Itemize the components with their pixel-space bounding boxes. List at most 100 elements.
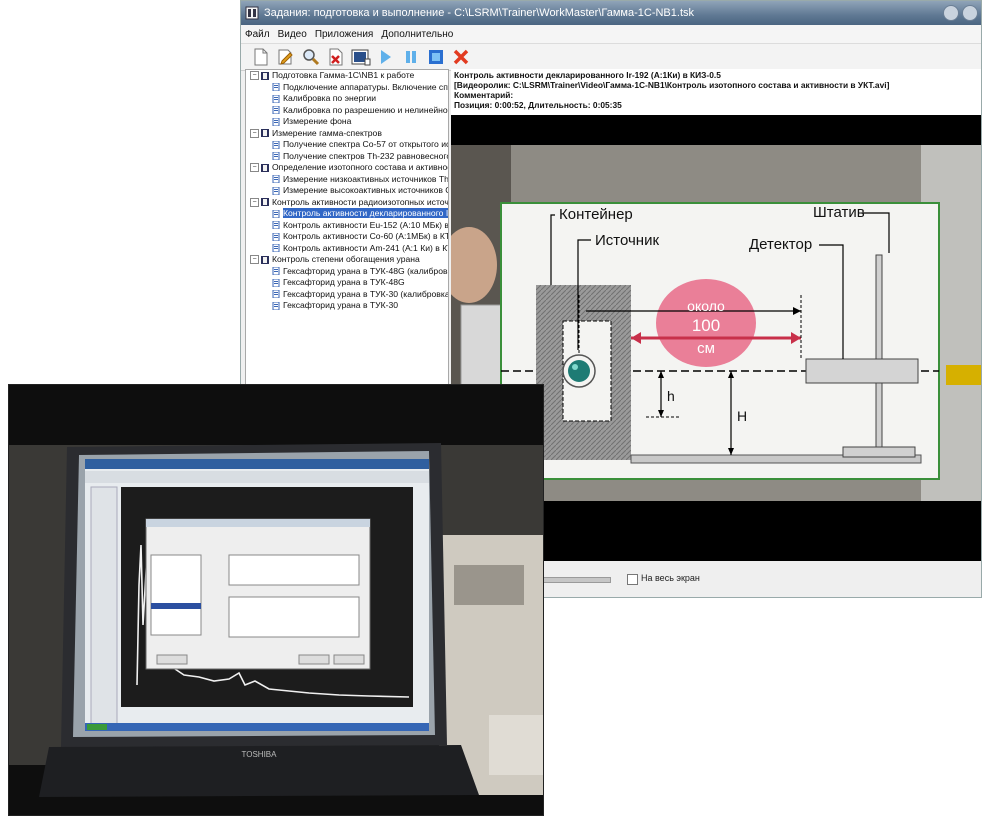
tree-item[interactable]: Получение спектра Co-57 от открытого ист… xyxy=(246,139,448,151)
maximize-button[interactable] xyxy=(962,5,978,21)
source-sphere xyxy=(568,360,590,382)
fullscreen-label[interactable]: На весь экран xyxy=(641,573,700,583)
tree-item-label: Подготовка Гамма-1С\NB1 к работе xyxy=(272,70,415,80)
menu-video[interactable]: Видео xyxy=(278,29,307,40)
delete-document-icon[interactable] xyxy=(326,47,346,67)
tree-item[interactable]: Подключение аппаратуры. Включение спектр xyxy=(246,82,448,94)
collapse-icon[interactable]: − xyxy=(250,128,259,138)
document-icon xyxy=(272,152,280,161)
tree-item[interactable]: Гексафторид урана в ТУК-48G (калибровка … xyxy=(246,266,448,278)
tree-item-label: Измерение высокоактивных источников Cs- xyxy=(283,185,449,195)
edit-icon[interactable] xyxy=(276,47,296,67)
tree-item[interactable]: Контроль активности Eu-152 (А:10 МБк) в … xyxy=(246,220,448,232)
window-title: Задания: подготовка и выполнение - C:\LS… xyxy=(264,7,694,19)
minimize-button[interactable] xyxy=(943,5,959,21)
document-icon xyxy=(272,94,280,103)
document-icon xyxy=(272,244,280,253)
video-path: [Видеоролик: C:\LSRM\Trainer\Video\Гамма… xyxy=(454,80,890,90)
tree-item[interactable]: Калибровка по энергии xyxy=(246,93,448,105)
tree-item-label: Получение спектра Co-57 от открытого ист… xyxy=(283,139,449,149)
comment-label: Комментарий: xyxy=(454,90,514,100)
tree-item-label: Контроль активности Eu-152 (А:10 МБк) в … xyxy=(283,219,449,230)
tree-item[interactable]: Измерение высокоактивных источников Cs- xyxy=(246,185,448,197)
document-icon xyxy=(272,117,280,126)
tree-item-label: Гексафторид урана в ТУК-48G (калибровка … xyxy=(283,265,449,276)
close-x-icon[interactable] xyxy=(451,47,471,67)
document-icon xyxy=(272,140,280,149)
toolbar xyxy=(241,44,981,71)
stop-icon[interactable] xyxy=(426,47,446,67)
label-h-small: h xyxy=(667,388,675,404)
tree-group[interactable]: − Контроль степени обогащения урана xyxy=(246,254,448,266)
document-icon xyxy=(272,267,280,276)
book-icon xyxy=(261,198,269,207)
document-icon xyxy=(272,106,280,115)
document-icon xyxy=(272,221,280,230)
document-icon xyxy=(272,175,280,184)
tree-item-label: Гексафторид урана в ТУК-30 xyxy=(283,300,399,310)
tree-item-label: Контроль активности декларированного Ir-… xyxy=(283,208,448,218)
collapse-icon[interactable]: − xyxy=(250,255,259,265)
collapse-icon[interactable]: − xyxy=(250,197,259,207)
book-icon xyxy=(261,71,269,80)
document-icon xyxy=(272,301,280,310)
tree-item[interactable]: Калибровка по разрешению и нелинейности xyxy=(246,105,448,117)
menu-file[interactable]: Файл xyxy=(245,29,270,40)
tree-item-label: Калибровка по разрешению и нелинейности xyxy=(283,104,449,115)
play-icon[interactable] xyxy=(376,47,396,67)
collapse-icon[interactable]: − xyxy=(250,71,259,81)
tree-group[interactable]: − Контроль активности радиоизотопных исто… xyxy=(246,197,448,209)
book-icon xyxy=(261,163,269,172)
laptop-photo-image: TOSHIBA xyxy=(9,385,543,815)
fullscreen-checkbox[interactable] xyxy=(627,574,638,585)
document-icon xyxy=(272,232,280,241)
tree-group[interactable]: − Определение изотопного состава и активн… xyxy=(246,162,448,174)
tree-item[interactable]: Гексафторид урана в ТУК-30 (калибровка п… xyxy=(246,289,448,301)
label-unit: см xyxy=(697,340,715,357)
tree-group[interactable]: − Измерение гамма-спектров xyxy=(246,128,448,140)
menu-bar: Файл Видео Приложения Дополнительно xyxy=(241,25,981,44)
document-icon xyxy=(272,278,280,287)
tree-item-label: Измерение низкоактивных источников Th-23 xyxy=(283,173,449,184)
document-icon xyxy=(272,209,280,218)
pause-icon[interactable] xyxy=(401,47,421,67)
search-icon[interactable] xyxy=(301,47,321,67)
tree-item[interactable]: Получение спектров Th-232 равновесного (… xyxy=(246,151,448,163)
tree-item-label: Контроль степени обогащения урана xyxy=(272,254,420,264)
label-source: Источник xyxy=(595,232,659,249)
tree-item[interactable]: Измерение фона xyxy=(246,116,448,128)
document-icon xyxy=(272,83,280,92)
tree-item[interactable]: Гексафторид урана в ТУК-30 xyxy=(246,300,448,312)
new-document-icon[interactable] xyxy=(251,47,271,67)
detector-shape xyxy=(805,358,919,384)
tree-item-label: Определение изотопного состава и активно… xyxy=(272,162,449,172)
tree-item[interactable]: Измерение низкоактивных источников Th-23 xyxy=(246,174,448,186)
tree-item-label: Гексафторид урана в ТУК-30 (калибровка п… xyxy=(283,288,449,299)
tree-item-label: Получение спектров Th-232 равновесного (… xyxy=(283,150,449,161)
tree-item-label: Гексафторид урана в ТУК-48G xyxy=(283,277,405,287)
collapse-icon[interactable]: − xyxy=(250,163,259,173)
menu-applications[interactable]: Приложения xyxy=(315,29,374,40)
tree-item-label: Контроль активности Co-60 (А:1МБк) в КТ1… xyxy=(283,231,449,241)
tree-item[interactable]: Контроль активности Am-241 (А:1 Ки) в КТ… xyxy=(246,243,448,255)
menu-extra[interactable]: Дополнительно xyxy=(381,29,453,40)
tree-group[interactable]: − Подготовка Гамма-1С\NB1 к работе xyxy=(246,70,448,82)
label-stand: Штатив xyxy=(813,204,865,221)
label-detector: Детектор xyxy=(749,236,812,253)
position-duration: Позиция: 0:00:52, Длительность: 0:05:35 xyxy=(454,100,622,110)
document-icon xyxy=(272,290,280,299)
label-distance: 100 xyxy=(692,316,720,335)
app-icon xyxy=(245,6,259,20)
laptop-photo: TOSHIBA xyxy=(8,384,544,816)
tree-item-label: Подключение аппаратуры. Включение спектр xyxy=(283,81,449,92)
tree-item-label: Измерение гамма-спектров xyxy=(272,127,382,138)
tree-item[interactable]: Контроль активности декларированного Ir-… xyxy=(246,208,448,220)
book-icon xyxy=(261,129,269,138)
video-icon[interactable] xyxy=(351,47,371,67)
window-titlebar: Задания: подготовка и выполнение - C:\LS… xyxy=(241,1,981,25)
tree-item-label: Измерение фона xyxy=(283,116,352,126)
tree-item[interactable]: Контроль активности Co-60 (А:1МБк) в КТ1… xyxy=(246,231,448,243)
label-about: около xyxy=(687,298,725,314)
label-container: Контейнер xyxy=(559,206,633,223)
tree-item[interactable]: Гексафторид урана в ТУК-48G xyxy=(246,277,448,289)
